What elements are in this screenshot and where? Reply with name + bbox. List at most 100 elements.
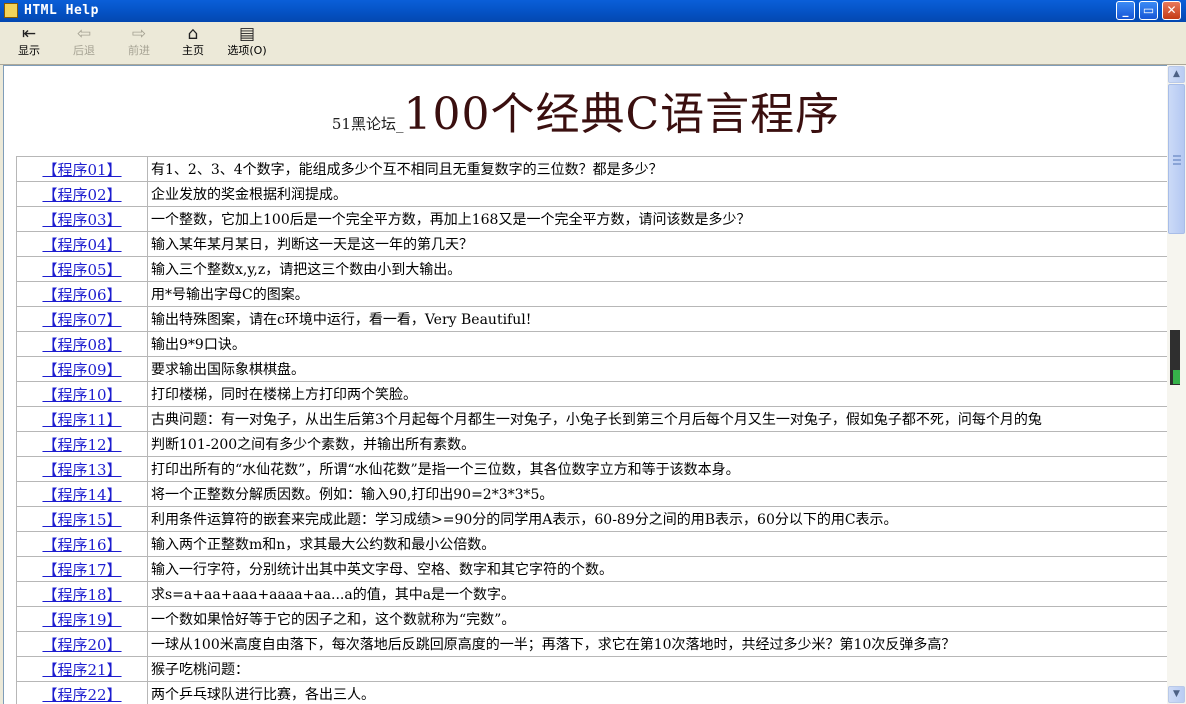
program-description: 猴子吃桃问题：: [147, 656, 1167, 682]
program-link[interactable]: 【程序03】: [42, 211, 121, 229]
program-link-cell: 【程序11】: [16, 406, 148, 432]
table-row: 【程序04】 输入某年某月某日，判断这一天是这一年的第几天？: [16, 231, 1167, 257]
options-label: 选项(O): [227, 44, 267, 57]
table-row: 【程序20】 一球从100米高度自由落下，每次落地后反跳回原高度的一半；再落下，求…: [16, 631, 1167, 657]
help-app-icon: [4, 3, 18, 18]
program-link-cell: 【程序15】: [16, 506, 148, 532]
table-row: 【程序15】 利用条件运算符的嵌套来完成此题：学习成绩>=90分的同学用A表示，6…: [16, 506, 1167, 532]
program-description: 打印楼梯，同时在楼梯上方打印两个笑脸。: [147, 381, 1167, 407]
table-row: 【程序19】 一个数如果恰好等于它的因子之和，这个数就称为“完数”。: [16, 606, 1167, 632]
program-link-cell: 【程序20】: [16, 631, 148, 657]
scroll-thumb[interactable]: [1168, 84, 1185, 234]
home-icon: ⌂: [187, 24, 199, 44]
program-link-cell: 【程序09】: [16, 356, 148, 382]
program-description: 企业发放的奖金根据利润提成。: [147, 181, 1167, 207]
program-link[interactable]: 【程序12】: [42, 436, 121, 454]
program-description: 输入某年某月某日，判断这一天是这一年的第几天？: [147, 231, 1167, 257]
home-button[interactable]: ⌂ 主页: [168, 24, 218, 62]
table-row: 【程序12】 判断101-200之间有多少个素数，并输出所有素数。: [16, 431, 1167, 457]
program-link[interactable]: 【程序09】: [42, 361, 121, 379]
program-description: 输出特殊图案，请在c环境中运行，看一看，Very Beautiful!: [147, 306, 1167, 332]
program-description: 输入两个正整数m和n，求其最大公约数和最小公倍数。: [147, 531, 1167, 557]
program-description: 古典问题：有一对兔子，从出生后第3个月起每个月都生一对兔子，小兔子长到第三个月后…: [147, 406, 1167, 432]
table-row: 【程序18】 求s=a+aa+aaa+aaaa+aa...a的值，其中a是一个数字…: [16, 581, 1167, 607]
program-link[interactable]: 【程序17】: [42, 561, 121, 579]
program-link[interactable]: 【程序01】: [42, 161, 121, 179]
program-description: 要求输出国际象棋棋盘。: [147, 356, 1167, 382]
table-row: 【程序02】 企业发放的奖金根据利润提成。: [16, 181, 1167, 207]
close-button[interactable]: ✕: [1162, 1, 1181, 20]
program-link[interactable]: 【程序08】: [42, 336, 121, 354]
program-link[interactable]: 【程序13】: [42, 461, 121, 479]
scroll-down-button[interactable]: ▼: [1168, 686, 1185, 703]
window-title: HTML Help: [24, 3, 99, 18]
table-row: 【程序17】 输入一行字符，分别统计出其中英文字母、空格、数字和其它字符的个数。: [16, 556, 1167, 582]
program-link[interactable]: 【程序15】: [42, 511, 121, 529]
program-description: 一球从100米高度自由落下，每次落地后反跳回原高度的一半；再落下，求它在第10次…: [147, 631, 1167, 657]
program-description: 判断101-200之间有多少个素数，并输出所有素数。: [147, 431, 1167, 457]
show-button[interactable]: ⇤ 显示: [4, 24, 54, 62]
program-link-cell: 【程序03】: [16, 206, 148, 232]
minimize-button[interactable]: _: [1116, 1, 1135, 20]
grip-line: [1173, 155, 1181, 157]
back-arrow-icon: ⇦: [76, 24, 92, 44]
program-description: 利用条件运算符的嵌套来完成此题：学习成绩>=90分的同学用A表示，60-89分之…: [147, 506, 1167, 532]
program-link[interactable]: 【程序19】: [42, 611, 121, 629]
program-link-cell: 【程序16】: [16, 531, 148, 557]
table-row: 【程序06】 用*号输出字母C的图案。: [16, 281, 1167, 307]
program-link[interactable]: 【程序11】: [42, 411, 121, 429]
page-title: 100个经典C语言程序: [403, 89, 841, 140]
forward-button[interactable]: ⇨ 前进: [114, 24, 164, 62]
program-link[interactable]: 【程序14】: [42, 486, 121, 504]
options-button[interactable]: ▤ 选项(O): [222, 24, 272, 62]
program-description: 求s=a+aa+aaa+aaaa+aa...a的值，其中a是一个数字。: [147, 581, 1167, 607]
program-link-cell: 【程序14】: [16, 481, 148, 507]
program-link-cell: 【程序22】: [16, 681, 148, 704]
back-button[interactable]: ⇦ 后退: [59, 24, 109, 62]
table-row: 【程序09】 要求输出国际象棋棋盘。: [16, 356, 1167, 382]
program-link-cell: 【程序10】: [16, 381, 148, 407]
table-row: 【程序03】 一个整数，它加上100后是一个完全平方数，再加上168又是一个完全平…: [16, 206, 1167, 232]
program-link-cell: 【程序04】: [16, 231, 148, 257]
program-link[interactable]: 【程序18】: [42, 586, 121, 604]
show-label: 显示: [18, 44, 40, 57]
table-row: 【程序05】 输入三个整数x,y,z，请把这三个数由小到大输出。: [16, 256, 1167, 282]
program-link-cell: 【程序17】: [16, 556, 148, 582]
page-heading: 51黑论坛_100个经典C语言程序: [4, 78, 1167, 142]
edge-marker-green: [1173, 370, 1180, 384]
table-row: 【程序10】 打印楼梯，同时在楼梯上方打印两个笑脸。: [16, 381, 1167, 407]
program-description: 输入一行字符，分别统计出其中英文字母、空格、数字和其它字符的个数。: [147, 556, 1167, 582]
program-link[interactable]: 【程序04】: [42, 236, 121, 254]
scroll-up-button[interactable]: ▲: [1168, 66, 1185, 83]
program-link-cell: 【程序05】: [16, 256, 148, 282]
title-bar: HTML Help _ ▭ ✕: [0, 0, 1186, 22]
program-list: 【程序01】 有1、2、3、4个数字，能组成多少个互不相同且无重复数字的三位数？都…: [16, 156, 1167, 704]
program-description: 用*号输出字母C的图案。: [147, 281, 1167, 307]
table-row: 【程序21】 猴子吃桃问题：: [16, 656, 1167, 682]
program-link-cell: 【程序07】: [16, 306, 148, 332]
program-description: 一个数如果恰好等于它的因子之和，这个数就称为“完数”。: [147, 606, 1167, 632]
forward-arrow-icon: ⇨: [131, 24, 147, 44]
program-link[interactable]: 【程序05】: [42, 261, 121, 279]
table-row: 【程序22】 两个乒乓球队进行比赛，各出三人。: [16, 681, 1167, 704]
program-description: 一个整数，它加上100后是一个完全平方数，再加上168又是一个完全平方数，请问该…: [147, 206, 1167, 232]
toolbar: ⇤ 显示 ⇦ 后退 ⇨ 前进 ⌂ 主页 ▤ 选项(O): [0, 22, 1186, 65]
table-row: 【程序14】 将一个正整数分解质因数。例如：输入90,打印出90=2*3*3*5。: [16, 481, 1167, 507]
table-row: 【程序07】 输出特殊图案，请在c环境中运行，看一看，Very Beautiful…: [16, 306, 1167, 332]
program-link[interactable]: 【程序06】: [42, 286, 121, 304]
maximize-button[interactable]: ▭: [1139, 1, 1158, 20]
program-link[interactable]: 【程序02】: [42, 186, 121, 204]
program-link[interactable]: 【程序10】: [42, 386, 121, 404]
program-link[interactable]: 【程序07】: [42, 311, 121, 329]
program-link[interactable]: 【程序16】: [42, 536, 121, 554]
program-link[interactable]: 【程序21】: [42, 661, 121, 679]
program-link[interactable]: 【程序20】: [42, 636, 121, 654]
page-subtitle: 51黑论坛_: [331, 115, 404, 133]
table-row: 【程序01】 有1、2、3、4个数字，能组成多少个互不相同且无重复数字的三位数？都…: [16, 156, 1167, 182]
program-description: 将一个正整数分解质因数。例如：输入90,打印出90=2*3*3*5。: [147, 481, 1167, 507]
forward-label: 前进: [128, 44, 150, 57]
program-link-cell: 【程序12】: [16, 431, 148, 457]
table-row: 【程序11】 古典问题：有一对兔子，从出生后第3个月起每个月都生一对兔子，小兔子长…: [16, 406, 1167, 432]
options-icon: ▤: [238, 24, 256, 44]
program-link[interactable]: 【程序22】: [42, 686, 121, 704]
